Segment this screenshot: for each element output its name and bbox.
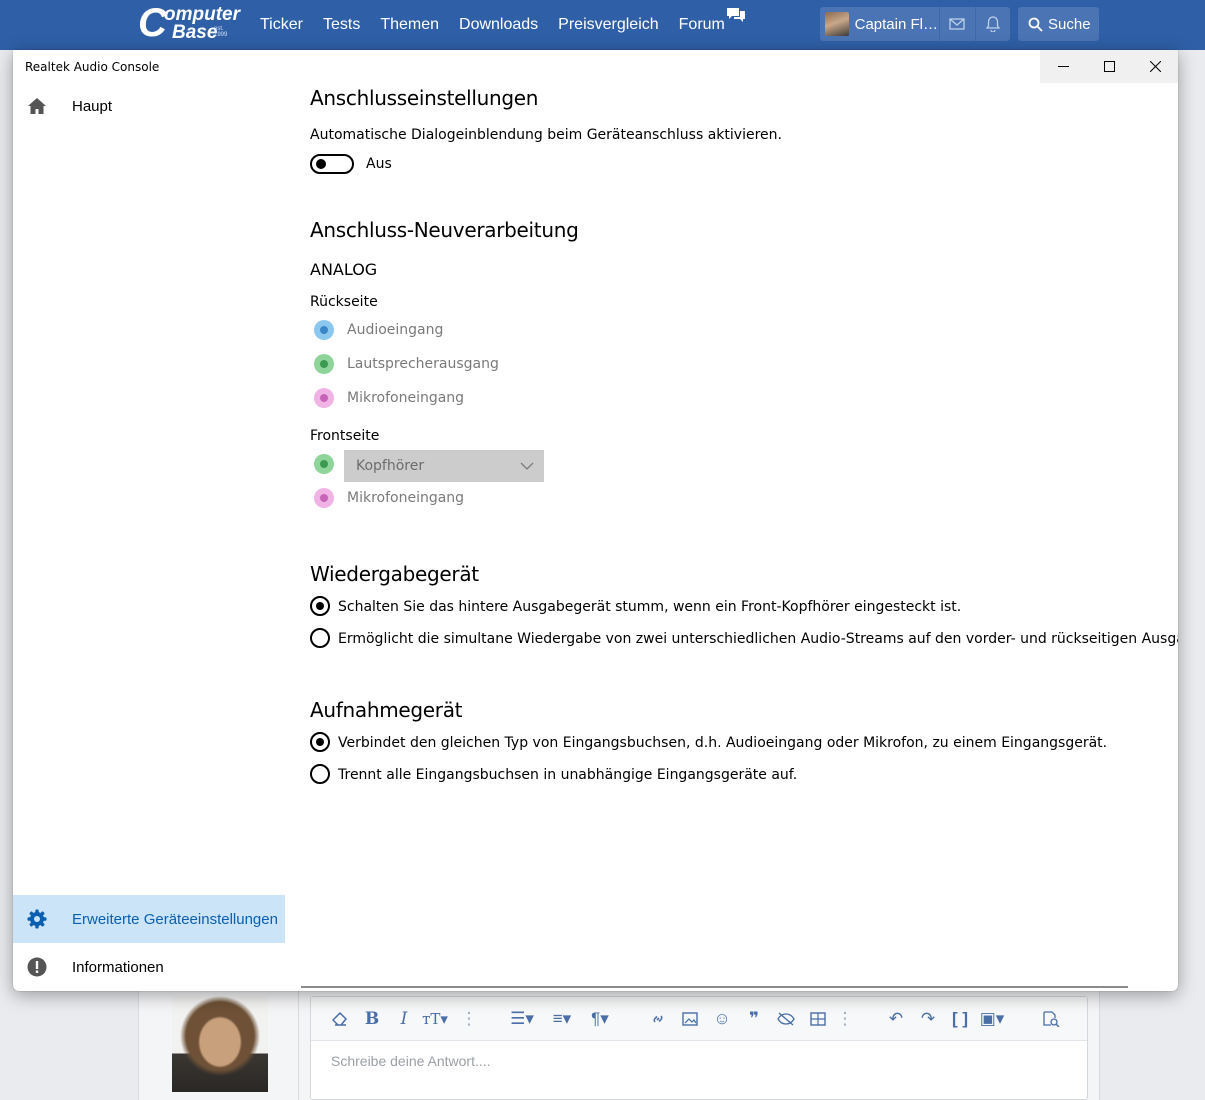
paragraph-icon[interactable]: ¶▾ [585,1008,615,1030]
more-icon[interactable]: ⋮ [837,1008,854,1030]
rear-mic-in-jack[interactable] [312,386,336,410]
home-icon [25,94,49,118]
front-mic-in-jack[interactable] [312,486,336,510]
align-icon[interactable]: ≡▾ [547,1008,577,1030]
eraser-icon[interactable] [329,1008,351,1030]
playback-option-mute-rear-radio[interactable] [310,596,330,616]
text-size-icon[interactable]: тТ▾ [419,1008,451,1030]
bold-icon[interactable]: B [361,1008,383,1030]
preview-icon[interactable] [1039,1008,1063,1030]
italic-icon[interactable]: I [393,1008,415,1030]
playback-option-multistream-label: Ermöglicht die simultane Wiedergabe von … [338,631,1178,647]
code-brackets-icon[interactable]: [ ] [949,1008,971,1030]
avatar [825,12,849,36]
mail-icon[interactable] [940,7,974,41]
recording-option-combine-label: Verbindet den gleichen Typ von Eingangsb… [338,735,1108,751]
front-label: Frontseite [310,428,380,444]
nav-themen[interactable]: Themen [380,0,439,50]
playback-option-mute-rear-label: Schalten Sie das hintere Ausgabegerät st… [338,599,962,615]
sidebar-item-informationen[interactable]: Informationen [13,943,285,991]
sidebar-item-haupt[interactable]: Haupt [13,82,285,130]
more-icon[interactable]: ⋮ [461,1008,478,1030]
site-nav: Ticker Tests Themen Downloads Preisvergl… [260,0,745,50]
toggle-knob [316,159,326,169]
rear-speaker-out-jack[interactable] [312,352,336,376]
divider [298,990,299,1100]
nav-ticker[interactable]: Ticker [260,0,303,50]
front-jack-type-select[interactable]: Kopfhörer [344,450,544,482]
heading-aufnahmegeraet: Aufnahmegerät [310,698,463,722]
jack-hole [320,326,328,334]
recording-option-separate-radio[interactable] [310,764,330,784]
analog-label: ANALOG [310,260,378,279]
sidebar-item-label: Erweiterte Geräteeinstellungen [72,910,278,928]
spoiler-icon[interactable] [775,1008,797,1030]
logo-word-2: Base [172,22,218,43]
search-label: Suche [1048,15,1091,33]
rear-mic-in-label: Mikrofoneingang [347,390,465,406]
radio-dot [316,602,324,610]
select-value: Kopfhörer [356,458,425,474]
nav-preisvergleich[interactable]: Preisvergleich [558,0,658,50]
editor-placeholder[interactable]: Schreibe deine Antwort.... [331,1053,491,1069]
recording-option-combine-radio[interactable] [310,732,330,752]
auto-dialog-toggle[interactable] [310,154,354,174]
horizontal-scrollbar[interactable] [301,986,1128,988]
undo-icon[interactable]: ↶ [885,1008,907,1030]
front-mic-in-label: Mikrofoneingang [347,490,465,506]
heading-wiedergabegeraet: Wiedergabegerät [310,562,479,586]
save-draft-icon[interactable]: ▣▾ [977,1008,1007,1030]
chat-bubbles-icon [727,8,745,22]
bell-icon[interactable] [976,7,1010,41]
reply-editor[interactable]: B I тТ▾ ⋮ ☰▾ ≡▾ ¶▾ ☺ ❞ ⋮ ↶ ↷ [ ] ▣▾ Schr… [310,996,1088,1100]
window-title: Realtek Audio Console [25,60,160,74]
sidebar-item-erweiterte-geraeteeinstellungen[interactable]: Erweiterte Geräteeinstellungen [13,895,285,943]
nav-downloads[interactable]: Downloads [459,0,538,50]
table-icon[interactable] [807,1008,829,1030]
editor-toolbar: B I тТ▾ ⋮ ☰▾ ≡▾ ¶▾ ☺ ❞ ⋮ ↶ ↷ [ ] ▣▾ [311,997,1087,1041]
logo-est: est. 1999 [214,26,228,38]
nav-tests[interactable]: Tests [323,0,360,50]
gear-icon [25,907,49,931]
rear-speaker-out-label: Lautsprecherausgang [347,356,499,372]
jack-hole [320,494,328,502]
info-icon [25,955,49,979]
computerbase-logo[interactable]: C omputer Base est. 1999 [138,1,240,47]
user-name: Captain Fl… [854,15,938,33]
radio-dot [316,738,324,746]
toggle-state-label: Aus [366,156,392,172]
jack-hole [320,394,328,402]
main-content: Anschlusseinstellungen Automatische Dial… [310,50,1178,991]
playback-option-multistream-radio[interactable] [310,628,330,648]
front-headphone-jack[interactable] [312,452,336,476]
heading-anschluss-neuverarbeitung: Anschluss-Neuverarbeitung [310,218,579,242]
realtek-window: Realtek Audio Console Haupt Erweiterte G… [13,50,1178,991]
nav-forum[interactable]: Forum [679,0,725,50]
jack-hole [320,460,328,468]
chevron-down-icon [520,462,534,470]
list-icon[interactable]: ☰▾ [507,1008,537,1030]
sidebar-item-label: Informationen [72,958,164,976]
redo-icon[interactable]: ↷ [917,1008,939,1030]
heading-anschlusseinstellungen: Anschlusseinstellungen [310,86,539,110]
recording-option-separate-label: Trennt alle Eingangsbuchsen in unabhängi… [338,767,798,783]
rear-audio-in-jack[interactable] [312,318,336,342]
post-avatar[interactable] [172,996,268,1092]
search-button[interactable]: Suche [1018,7,1099,41]
quote-icon[interactable]: ❞ [743,1008,765,1030]
jack-hole [320,360,328,368]
smiley-icon[interactable]: ☺ [711,1008,733,1030]
user-menu[interactable]: Captain Fl… [820,7,1010,41]
auto-dialog-description: Automatische Dialogeinblendung beim Gerä… [310,127,782,143]
logo-letter: C [138,1,167,45]
link-icon[interactable] [647,1008,669,1030]
search-icon [1028,17,1043,32]
rear-label: Rückseite [310,294,378,310]
rear-audio-in-label: Audioeingang [347,322,444,338]
image-icon[interactable] [679,1008,701,1030]
sidebar-item-label: Haupt [72,97,113,115]
site-header: C omputer Base est. 1999 Ticker Tests Th… [0,0,1205,50]
